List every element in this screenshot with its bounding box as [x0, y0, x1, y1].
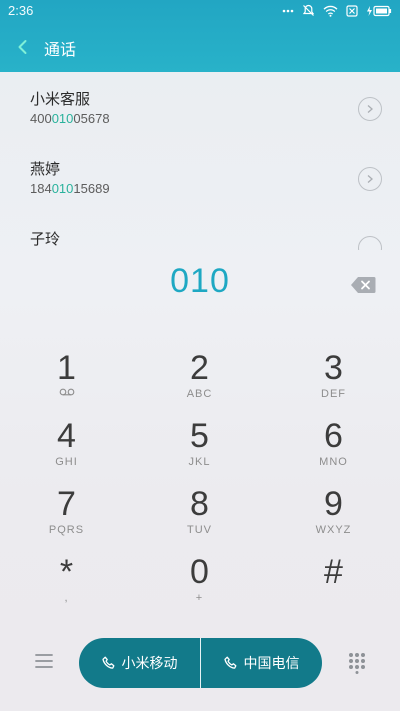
contact-number: 40001005678 [30, 111, 110, 126]
contact-detail-button[interactable] [358, 167, 382, 191]
contact-item[interactable]: 子玲 [0, 220, 400, 250]
chevron-left-icon[interactable] [14, 38, 32, 56]
menu-icon[interactable] [34, 652, 54, 670]
status-bar: 2:36 [0, 0, 400, 24]
contact-item[interactable]: 燕婷 18401015689 [0, 150, 400, 210]
backspace-icon[interactable] [350, 276, 376, 294]
status-time: 2:36 [8, 3, 34, 18]
contact-name: 小米客服 [30, 90, 91, 108]
call-sim1-button[interactable]: 小米移动 [79, 638, 200, 688]
key-2[interactable]: 2 ABC [133, 348, 266, 416]
contact-item[interactable]: 小米客服 40001005678 [0, 80, 400, 140]
contact-number: 18401015689 [30, 181, 110, 196]
dialpad-icon[interactable] [348, 652, 366, 674]
key-0[interactable]: 0 + [133, 552, 266, 620]
key-5[interactable]: 5 JKL [133, 416, 266, 484]
bottom-bar: 小米移动 中国电信 [0, 638, 400, 690]
call-sim2-button[interactable]: 中国电信 [201, 638, 322, 688]
contact-name: 子玲 [30, 230, 61, 248]
key-1[interactable]: 1 [0, 348, 133, 416]
contact-detail-button[interactable] [358, 236, 382, 250]
call-button-group: 小米移动 中国电信 [79, 638, 322, 688]
page-title: 通话 [44, 40, 77, 59]
key-3[interactable]: 3 DEF [267, 348, 400, 416]
header: 通话 [0, 28, 400, 68]
dialed-number: 010 [170, 262, 230, 300]
key-6[interactable]: 6 MNO [267, 416, 400, 484]
wifi-icon [323, 5, 338, 17]
call-sim2-label: 中国电信 [243, 656, 300, 672]
key-star[interactable]: * , [0, 552, 133, 620]
mute-bell-icon [302, 4, 315, 16]
no-sim-icon [346, 4, 358, 17]
chevron-right-icon [367, 175, 373, 183]
contact-name: 燕婷 [30, 160, 61, 178]
call-sim1-label: 小米移动 [121, 656, 178, 672]
phone-icon [223, 656, 236, 669]
voicemail-icon [59, 388, 74, 396]
key-7[interactable]: 7 PQRS [0, 484, 133, 552]
top-bar: 2:36 通话 [0, 0, 400, 72]
status-icons [282, 4, 392, 17]
phone-icon [101, 656, 114, 669]
key-8[interactable]: 8 TUV [133, 484, 266, 552]
more-dots-icon [282, 9, 294, 12]
key-9[interactable]: 9 WXYZ [267, 484, 400, 552]
key-4[interactable]: 4 GHI [0, 416, 133, 484]
key-hash[interactable]: # [267, 552, 400, 620]
contact-detail-button[interactable] [358, 97, 382, 121]
chevron-right-icon [367, 105, 373, 113]
battery-charging-icon [367, 5, 392, 16]
